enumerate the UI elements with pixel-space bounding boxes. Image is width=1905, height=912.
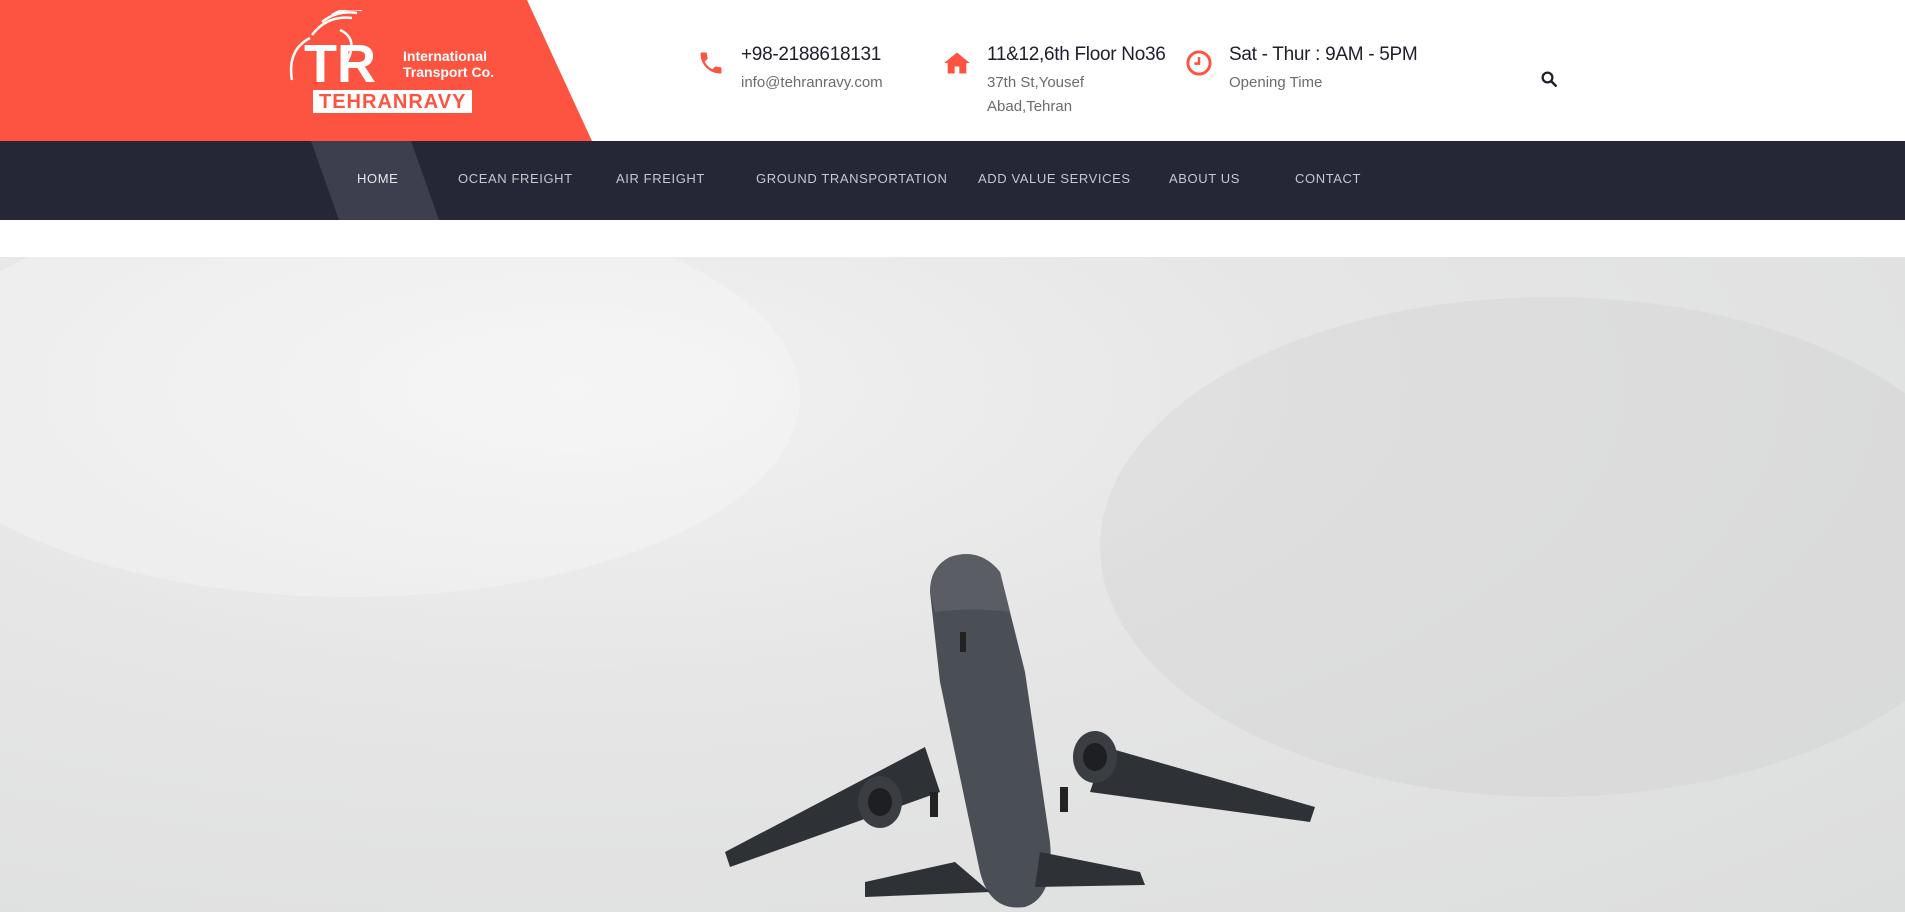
nav-contact[interactable]: CONTACT	[1295, 171, 1361, 186]
opening-time-label: Opening Time	[1229, 74, 1323, 91]
opening-hours: Sat - Thur : 9AM - 5PM	[1229, 44, 1418, 65]
home-icon	[944, 52, 970, 74]
nav-home[interactable]: HOME	[357, 171, 398, 186]
address-line-title: 11&12,6th Floor No36	[987, 44, 1166, 65]
nav-ground-transportation[interactable]: GROUND TRANSPORTATION	[756, 171, 947, 186]
address-line-1: 37th St,Yousef	[987, 74, 1085, 91]
logo-brand-name: TEHRANRAVY	[313, 90, 473, 113]
nav-add-value-services[interactable]: ADD VALUE SERVICES	[978, 171, 1131, 186]
spacer	[0, 220, 1905, 257]
top-header: TR International Transport Co. TEHRANRAV…	[0, 0, 1905, 141]
phone-number[interactable]: +98-2188618131	[741, 44, 881, 66]
address-details: 37th St,Yousef Abad,Tehran	[987, 71, 1084, 119]
address-line-2: Abad,Tehran	[987, 98, 1073, 115]
search-icon[interactable]	[1540, 70, 1558, 88]
phone-icon	[700, 52, 722, 74]
nav-ocean-freight[interactable]: OCEAN FREIGHT	[458, 171, 573, 186]
cloud-shape	[0, 257, 800, 597]
nav-air-freight[interactable]: AIR FREIGHT	[616, 171, 705, 186]
logo-tagline-line2: Transport Co.	[403, 64, 495, 80]
logo-tagline-line1: International	[403, 48, 488, 64]
email-address[interactable]: info@tehranravy.com	[741, 71, 883, 95]
airplane-image	[725, 554, 1315, 908]
hero-banner	[0, 257, 1905, 912]
logo-tagline: International Transport Co.	[403, 48, 494, 80]
logo-monogram: TR	[304, 34, 376, 94]
nav-about-us[interactable]: ABOUT US	[1169, 171, 1240, 186]
clock-icon	[1186, 50, 1212, 76]
main-navigation: HOME OCEAN FREIGHT AIR FREIGHT GROUND TR…	[0, 141, 1905, 220]
